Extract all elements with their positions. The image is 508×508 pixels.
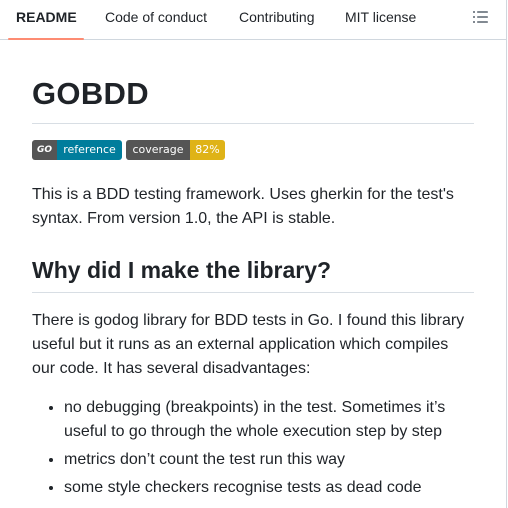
readme-tab-bar: README Code of conduct Contributing MIT … [0, 0, 506, 40]
coverage-label: coverage [126, 140, 190, 160]
intro-paragraph: This is a BDD testing framework. Uses gh… [32, 186, 454, 227]
list-unordered-icon [473, 11, 488, 23]
section-heading: Why did I make the library? [32, 257, 332, 283]
list-item: metrics don’t count the test run this wa… [64, 448, 474, 472]
outline-button[interactable] [468, 4, 494, 30]
list-item: some style checkers recognise tests as d… [64, 476, 474, 500]
tab-code-of-conduct[interactable]: Code of conduct [105, 0, 207, 40]
tab-mit-license[interactable]: MIT license [345, 0, 416, 40]
coverage-value: 82% [190, 140, 225, 160]
active-tab-indicator [8, 38, 84, 40]
disadvantages-list: no debugging (breakpoints) in the test. … [32, 396, 474, 504]
list-item: no debugging (breakpoints) in the test. … [64, 396, 474, 444]
tab-contributing[interactable]: Contributing [239, 0, 315, 40]
section-paragraph: There is godog library for BDD tests in … [32, 312, 465, 377]
tab-readme[interactable]: README [16, 0, 77, 40]
go-reference-badge[interactable]: GO reference [32, 140, 122, 160]
readme-panel: README Code of conduct Contributing MIT … [0, 0, 507, 508]
go-reference-label: reference [57, 140, 122, 160]
readme-title: GOBDD [32, 76, 149, 111]
go-logo: GO [32, 140, 57, 160]
title-divider [32, 123, 474, 124]
section-divider [32, 292, 474, 293]
coverage-badge[interactable]: coverage 82% [126, 140, 225, 160]
